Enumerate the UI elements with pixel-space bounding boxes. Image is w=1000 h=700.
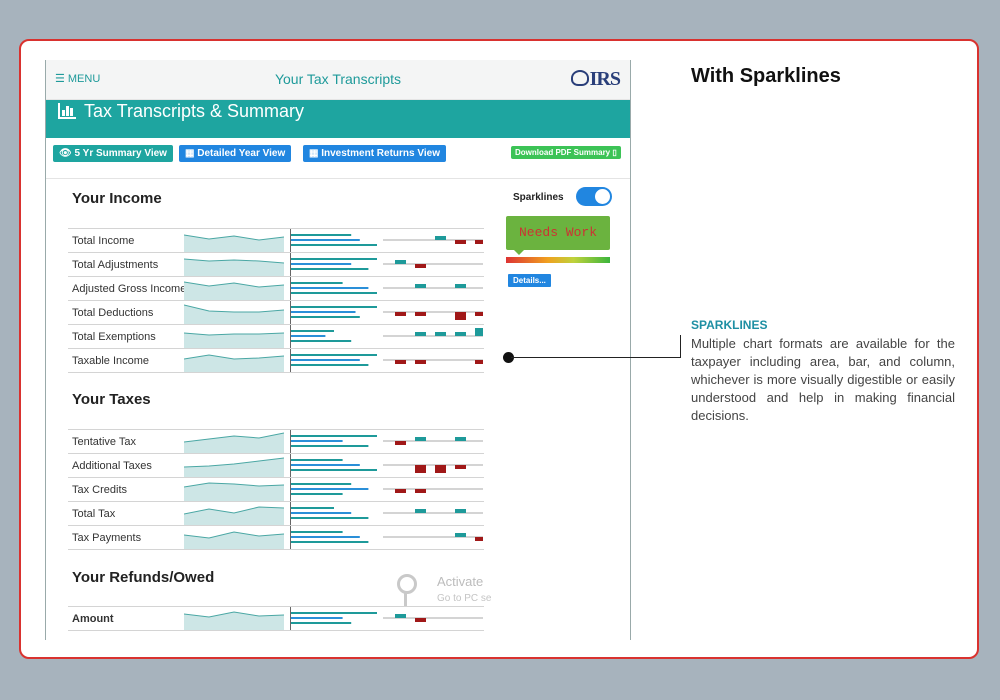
row-label: Total Deductions [72, 307, 154, 319]
bar-sparkline [290, 277, 379, 300]
eye-icon: 👁 [59, 148, 72, 159]
area-sparkline [184, 229, 284, 252]
table-row: Total Exemptions [68, 324, 484, 348]
bar-sparkline [290, 526, 379, 549]
area-sparkline [184, 454, 284, 477]
row-label: Tentative Tax [72, 436, 137, 448]
sparklines-toggle-label: Sparklines [513, 192, 564, 203]
page-title: Tax Transcripts & Summary [58, 101, 304, 122]
column-sparkline [383, 229, 483, 252]
table-row: Tentative Tax [68, 429, 484, 453]
table-row: Tax Credits [68, 477, 484, 501]
area-sparkline [184, 502, 284, 525]
bar-sparkline [290, 325, 379, 348]
area-sparkline [184, 277, 284, 300]
grid-icon: ▦ [309, 148, 319, 159]
rating-badge: Needs Work [506, 216, 610, 255]
download-pdf-button[interactable]: Download PDF Summary ▯ [511, 146, 621, 159]
area-sparkline [184, 325, 284, 348]
bar-sparkline [290, 607, 379, 630]
area-sparkline [184, 607, 284, 630]
table-row: Total Tax [68, 501, 484, 525]
table-row: Tax Payments [68, 525, 484, 550]
bar-sparkline [290, 478, 379, 501]
top-bar: ☰ MENU Your Tax Transcripts IRS [46, 60, 630, 100]
callout-connector [680, 335, 681, 357]
row-label: Total Tax [72, 508, 116, 520]
bar-sparkline [290, 502, 379, 525]
bar-sparkline [290, 430, 379, 453]
bar-chart-icon [58, 103, 76, 119]
app-title: Your Tax Transcripts [274, 71, 402, 87]
detailed-year-button[interactable]: ▦ Detailed Year View [179, 145, 292, 162]
slide-card: ☰ MENU Your Tax Transcripts IRS Tax Trans… [19, 39, 979, 659]
table-row: Total Deductions [68, 300, 484, 324]
section-title-taxes: Your Taxes [72, 391, 151, 408]
summary-5yr-button[interactable]: 👁 5 Yr Summary View [53, 145, 173, 162]
details-button[interactable]: Details... [508, 274, 551, 287]
key-icon [397, 574, 417, 594]
column-sparkline [383, 502, 483, 525]
bar-sparkline [290, 349, 379, 372]
table-row: Adjusted Gross Income [68, 276, 484, 300]
callout-title: SPARKLINES [691, 318, 768, 332]
bar-sparkline [290, 229, 379, 252]
column-sparkline [383, 454, 483, 477]
column-sparkline [383, 607, 483, 630]
column-sparkline [383, 430, 483, 453]
row-label: Additional Taxes [72, 460, 152, 472]
row-label: Total Income [72, 235, 135, 247]
area-sparkline [184, 430, 284, 453]
column-sparkline [383, 253, 483, 276]
sparklines-toggle[interactable] [576, 187, 612, 206]
investment-returns-button[interactable]: ▦ Investment Returns View [303, 145, 446, 162]
column-sparkline [383, 277, 483, 300]
rating-meter [506, 257, 610, 263]
view-buttons: 👁 5 Yr Summary View ▦ Detailed Year View… [53, 145, 623, 163]
column-sparkline [383, 349, 483, 372]
row-label: Total Exemptions [72, 331, 156, 343]
callout-body: Multiple chart formats are available for… [691, 336, 955, 423]
area-sparkline [184, 301, 284, 324]
column-sparkline [383, 526, 483, 549]
table-row: Additional Taxes [68, 453, 484, 477]
column-sparkline [383, 301, 483, 324]
callout-line [511, 357, 681, 358]
row-label: Amount [72, 613, 114, 625]
bar-sparkline [290, 301, 379, 324]
area-sparkline [184, 349, 284, 372]
table-row: Taxable Income [68, 348, 484, 373]
toggle-knob [595, 189, 610, 204]
area-sparkline [184, 526, 284, 549]
table-row: Total Income [68, 228, 484, 252]
table-row: Total Adjustments [68, 252, 484, 276]
row-label: Tax Credits [72, 484, 128, 496]
column-sparkline [383, 325, 483, 348]
watermark-line1: Activate [437, 574, 484, 589]
area-sparkline [184, 253, 284, 276]
section-title-income: Your Income [72, 190, 162, 207]
grid-icon: ▦ [185, 148, 195, 159]
column-sparkline [383, 478, 483, 501]
area-sparkline [184, 478, 284, 501]
eagle-icon [570, 70, 589, 86]
app-frame: ☰ MENU Your Tax Transcripts IRS Tax Trans… [45, 60, 631, 640]
row-label: Adjusted Gross Income [72, 283, 187, 295]
section-title-refunds: Your Refunds/Owed [72, 569, 215, 586]
title-band: Tax Transcripts & Summary [46, 100, 630, 138]
row-label: Taxable Income [72, 355, 150, 367]
divider [46, 178, 630, 179]
bar-sparkline [290, 454, 379, 477]
watermark-line2: Go to PC se [437, 593, 492, 604]
bar-sparkline [290, 253, 379, 276]
row-label: Tax Payments [72, 532, 142, 544]
pdf-icon: ▯ [612, 148, 617, 157]
irs-logo: IRS [570, 68, 621, 91]
panel-heading: With Sparklines [691, 65, 841, 87]
activation-watermark: Activate Go to PC se [397, 570, 507, 610]
row-label: Total Adjustments [72, 259, 159, 271]
